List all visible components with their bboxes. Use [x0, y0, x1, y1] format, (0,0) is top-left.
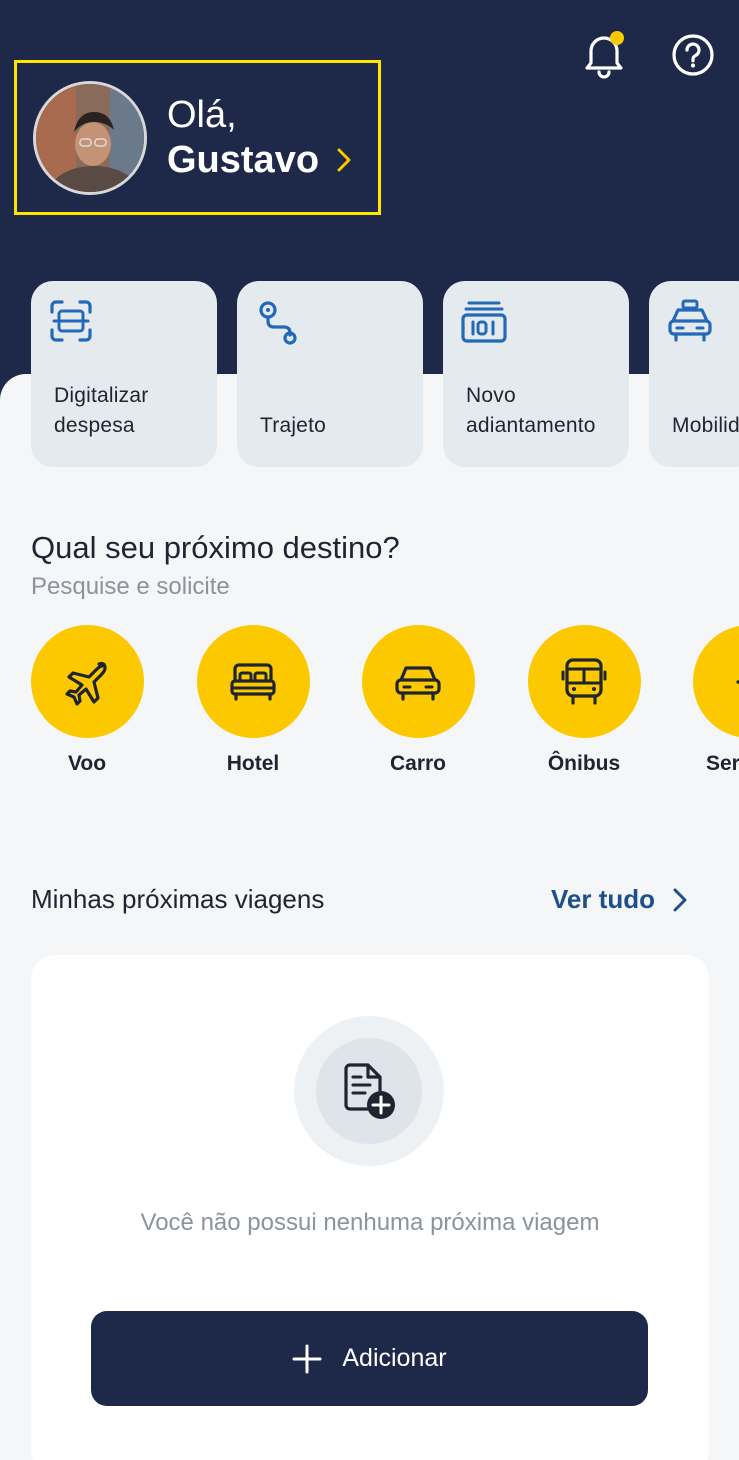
- bed-icon: [230, 662, 276, 701]
- plus-icon: [292, 1344, 322, 1374]
- plus-icon: [735, 679, 739, 684]
- quick-action-scan-expense[interactable]: Digitalizar despesa: [31, 281, 217, 467]
- empty-state-text: Você não possui nenhuma próxima viagem: [140, 1209, 600, 1236]
- see-all-label: Ver tudo: [551, 884, 656, 914]
- taxi-icon: [667, 299, 713, 348]
- help-button[interactable]: [668, 30, 718, 80]
- greeting-text: Olá,: [167, 93, 237, 136]
- bell-icon: [585, 31, 624, 79]
- category-label: Ônibus: [547, 752, 621, 775]
- help-icon: [672, 34, 714, 76]
- car-icon: [395, 665, 441, 701]
- category-label: Hotel: [226, 752, 280, 775]
- bus-icon: [561, 657, 607, 705]
- route-icon: [255, 299, 299, 350]
- quick-action-label: Mobilid: [672, 414, 739, 437]
- trips-title: Minhas próximas viagens: [31, 884, 325, 914]
- avatar: [33, 80, 147, 195]
- profile-link[interactable]: Olá, Gustavo: [14, 60, 381, 215]
- see-all-link[interactable]: Ver tudo: [551, 884, 687, 915]
- trips-card: Você não possui nenhuma próxima viagem A…: [31, 955, 709, 1460]
- chevron-right-icon: [337, 148, 351, 172]
- category-label: Carro: [389, 752, 447, 775]
- user-name: Gustavo: [167, 138, 320, 181]
- quick-action-mobility[interactable]: Mobilid: [649, 281, 739, 467]
- category-label: Voo: [67, 752, 107, 775]
- add-trip-label: Adicionar: [342, 1344, 447, 1372]
- category-car[interactable]: Carro: [361, 625, 475, 776]
- add-trip-button[interactable]: Adicionar: [91, 1311, 648, 1406]
- category-services[interactable]: Ser: [693, 625, 739, 776]
- quick-action-label: Trajeto: [260, 414, 326, 437]
- quick-action-new-advance[interactable]: Novo adiantamento: [443, 281, 629, 467]
- chevron-right-icon: [673, 888, 687, 912]
- cash-advance-icon: [461, 299, 507, 348]
- notifications-button[interactable]: [578, 28, 630, 80]
- category-bus[interactable]: Ônibus: [527, 625, 641, 776]
- category-flight[interactable]: Voo: [30, 625, 144, 776]
- quick-action-label: Digitalizar despesa: [54, 384, 149, 437]
- quick-action-route[interactable]: Trajeto: [237, 281, 423, 467]
- empty-state-illustration: [294, 1016, 444, 1166]
- quick-action-label: Novo adiantamento: [466, 384, 596, 437]
- destination-title: Qual seu próximo destino?: [31, 530, 400, 565]
- add-document-icon: [344, 1063, 395, 1119]
- category-hotel[interactable]: Hotel: [196, 625, 310, 776]
- plane-icon: [65, 661, 107, 706]
- category-label: Ser: [706, 752, 739, 775]
- scan-receipt-icon: [49, 299, 93, 348]
- destination-subtitle: Pesquise e solicite: [31, 573, 230, 600]
